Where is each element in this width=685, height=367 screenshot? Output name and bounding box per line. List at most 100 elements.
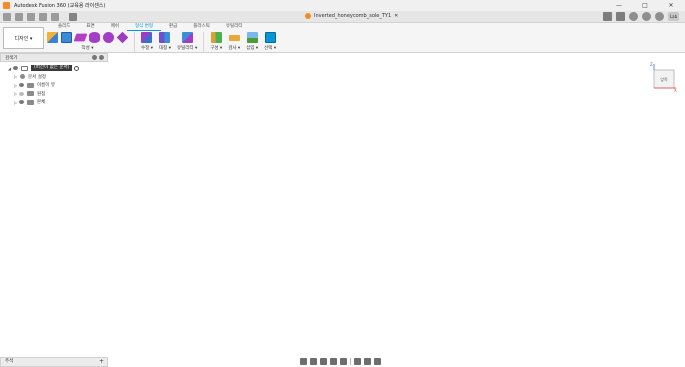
ground-shadow: [22, 250, 658, 306]
data-panel-icon[interactable]: [3, 13, 11, 21]
insert-image-icon[interactable]: [246, 32, 258, 43]
folder-icon: [27, 91, 34, 97]
tree-item-label: 이름이 뷰: [37, 83, 55, 89]
undo-icon[interactable]: [39, 13, 47, 21]
tree-item-label: 원점: [37, 91, 46, 97]
add-comment-icon[interactable]: +: [99, 358, 104, 366]
modify-group[interactable]: 수정 ▾: [141, 31, 153, 53]
symmetry-label: 대칭 ▾: [158, 46, 171, 51]
browser-header[interactable]: 검색기: [0, 53, 108, 62]
component-icon: [21, 65, 28, 71]
comments-label: 주석: [5, 359, 14, 364]
tree-item[interactable]: ▷ 원점: [0, 90, 108, 99]
sole-side-cells: [35, 195, 646, 312]
tab-solid[interactable]: 솔리드: [50, 23, 78, 31]
comments-panel[interactable]: 주석 +: [0, 357, 108, 367]
visibility-icon[interactable]: [13, 66, 18, 71]
tab-form[interactable]: 형식 변형: [126, 23, 161, 31]
quadball-icon[interactable]: [116, 31, 129, 44]
utility-group[interactable]: 유틸리티 ▾: [177, 31, 197, 53]
visibility-icon[interactable]: [19, 83, 24, 88]
workspace-switcher[interactable]: 디자인 ▾: [3, 27, 44, 49]
orbit-icon[interactable]: [300, 358, 307, 365]
tab-sheet-metal[interactable]: 판금: [161, 23, 185, 31]
edit-form-icon[interactable]: [141, 32, 153, 43]
activate-radio-icon[interactable]: [74, 65, 80, 71]
tab-utilities[interactable]: 유틸리티: [218, 23, 251, 31]
create-label: 작성 ▾: [81, 46, 94, 51]
notifications-icon[interactable]: [642, 12, 651, 21]
utility-icon[interactable]: [181, 32, 193, 43]
tab-plastic[interactable]: 플라스틱: [185, 23, 218, 31]
navigation-bar: [300, 358, 381, 365]
construct-icon[interactable]: [210, 32, 222, 43]
cylinder-icon[interactable]: [89, 32, 100, 43]
insert-group[interactable]: 삽입 ▾: [246, 31, 258, 53]
select-cursor-icon[interactable]: [264, 32, 276, 43]
symmetry-group[interactable]: 대칭 ▾: [159, 31, 171, 53]
folder-icon: [27, 99, 34, 105]
tree-item[interactable]: ▷ 이름이 뷰: [0, 81, 108, 90]
expand-arrow-icon[interactable]: ▷: [14, 74, 19, 79]
close-button[interactable]: ✕: [665, 2, 677, 9]
collapse-icon[interactable]: [92, 55, 97, 60]
z-axis-label: Z: [650, 62, 653, 67]
help-icon[interactable]: [655, 12, 664, 21]
fit-icon[interactable]: [340, 358, 347, 365]
viewports-icon[interactable]: [374, 358, 381, 365]
document-tab-bar: Inverted_honeycomb_sole_TY1 ✕ Lab: [0, 11, 685, 23]
construct-group[interactable]: 구성 ▾: [210, 31, 222, 53]
maximize-button[interactable]: □: [639, 2, 651, 9]
plane-icon[interactable]: [73, 33, 88, 42]
tab-surface[interactable]: 표면: [78, 23, 102, 31]
pin-icon[interactable]: [99, 55, 104, 60]
ribbon: 디자인 ▾ 솔리드 표면 메쉬 형식 변형 판금 플라스틱 유틸리티 작성 ▾ …: [0, 23, 685, 53]
tab-mesh[interactable]: 메쉬: [103, 23, 127, 31]
tree-item-label: 문서 설정: [28, 74, 46, 80]
file-menu-icon[interactable]: [15, 13, 23, 21]
sole-mesh: [31, 156, 656, 312]
user-badge[interactable]: Lab: [668, 12, 679, 21]
tree-item[interactable]: ▷ 본체: [0, 98, 108, 107]
close-tab-icon[interactable]: ✕: [394, 13, 398, 19]
folder-icon: [27, 82, 34, 88]
ribbon-tabs: 솔리드 표면 메쉬 형식 변형 판금 플라스틱 유틸리티: [50, 23, 250, 31]
tree-item[interactable]: ▷ 문서 설정: [0, 73, 108, 82]
inspect-icon[interactable]: [228, 34, 240, 41]
x-axis-line: [0, 235, 685, 241]
visibility-icon[interactable]: [19, 100, 24, 105]
display-settings-icon[interactable]: [354, 358, 361, 365]
document-icon: [305, 13, 311, 19]
redo-icon[interactable]: [51, 13, 59, 21]
separator: [350, 358, 351, 365]
box-icon[interactable]: [61, 32, 72, 43]
create-form-icon[interactable]: [47, 32, 58, 43]
visibility-icon[interactable]: [19, 91, 24, 96]
inspect-group[interactable]: 검사 ▾: [228, 31, 240, 53]
sphere-icon[interactable]: [103, 32, 114, 43]
document-tab[interactable]: Inverted_honeycomb_sole_TY1 ✕: [305, 13, 398, 19]
construct-label: 구성 ▾: [210, 46, 223, 51]
view-cube[interactable]: Z X 앞쪽: [650, 62, 678, 92]
browser-tree: ◢ (버전이 없는 문서) ▷ 문서 설정 ▷ 이름이 뷰 ▷ 원점 ▷ 본체: [0, 62, 108, 107]
select-group[interactable]: 선택 ▾: [264, 31, 276, 53]
browser-title: 검색기: [5, 55, 18, 61]
look-at-icon[interactable]: [310, 358, 317, 365]
save-icon[interactable]: [27, 13, 35, 21]
insert-label: 삽입 ▾: [246, 46, 259, 51]
tree-root[interactable]: ◢ (버전이 없는 문서): [0, 64, 108, 73]
minimize-button[interactable]: —: [613, 2, 625, 9]
separator: [134, 32, 135, 52]
symmetry-icon[interactable]: [159, 32, 171, 43]
job-status-icon[interactable]: [629, 12, 638, 21]
pan-icon[interactable]: [320, 358, 327, 365]
home-icon[interactable]: [69, 13, 77, 21]
zoom-icon[interactable]: [330, 358, 337, 365]
create-group[interactable]: 작성 ▾: [47, 31, 129, 53]
select-label: 선택 ▾: [264, 46, 277, 51]
new-tab-icon[interactable]: [603, 12, 612, 21]
extensions-icon[interactable]: [616, 12, 625, 21]
x-axis-label: X: [674, 88, 677, 92]
grid-icon[interactable]: [364, 358, 371, 365]
fusion-logo-icon: [3, 2, 10, 9]
